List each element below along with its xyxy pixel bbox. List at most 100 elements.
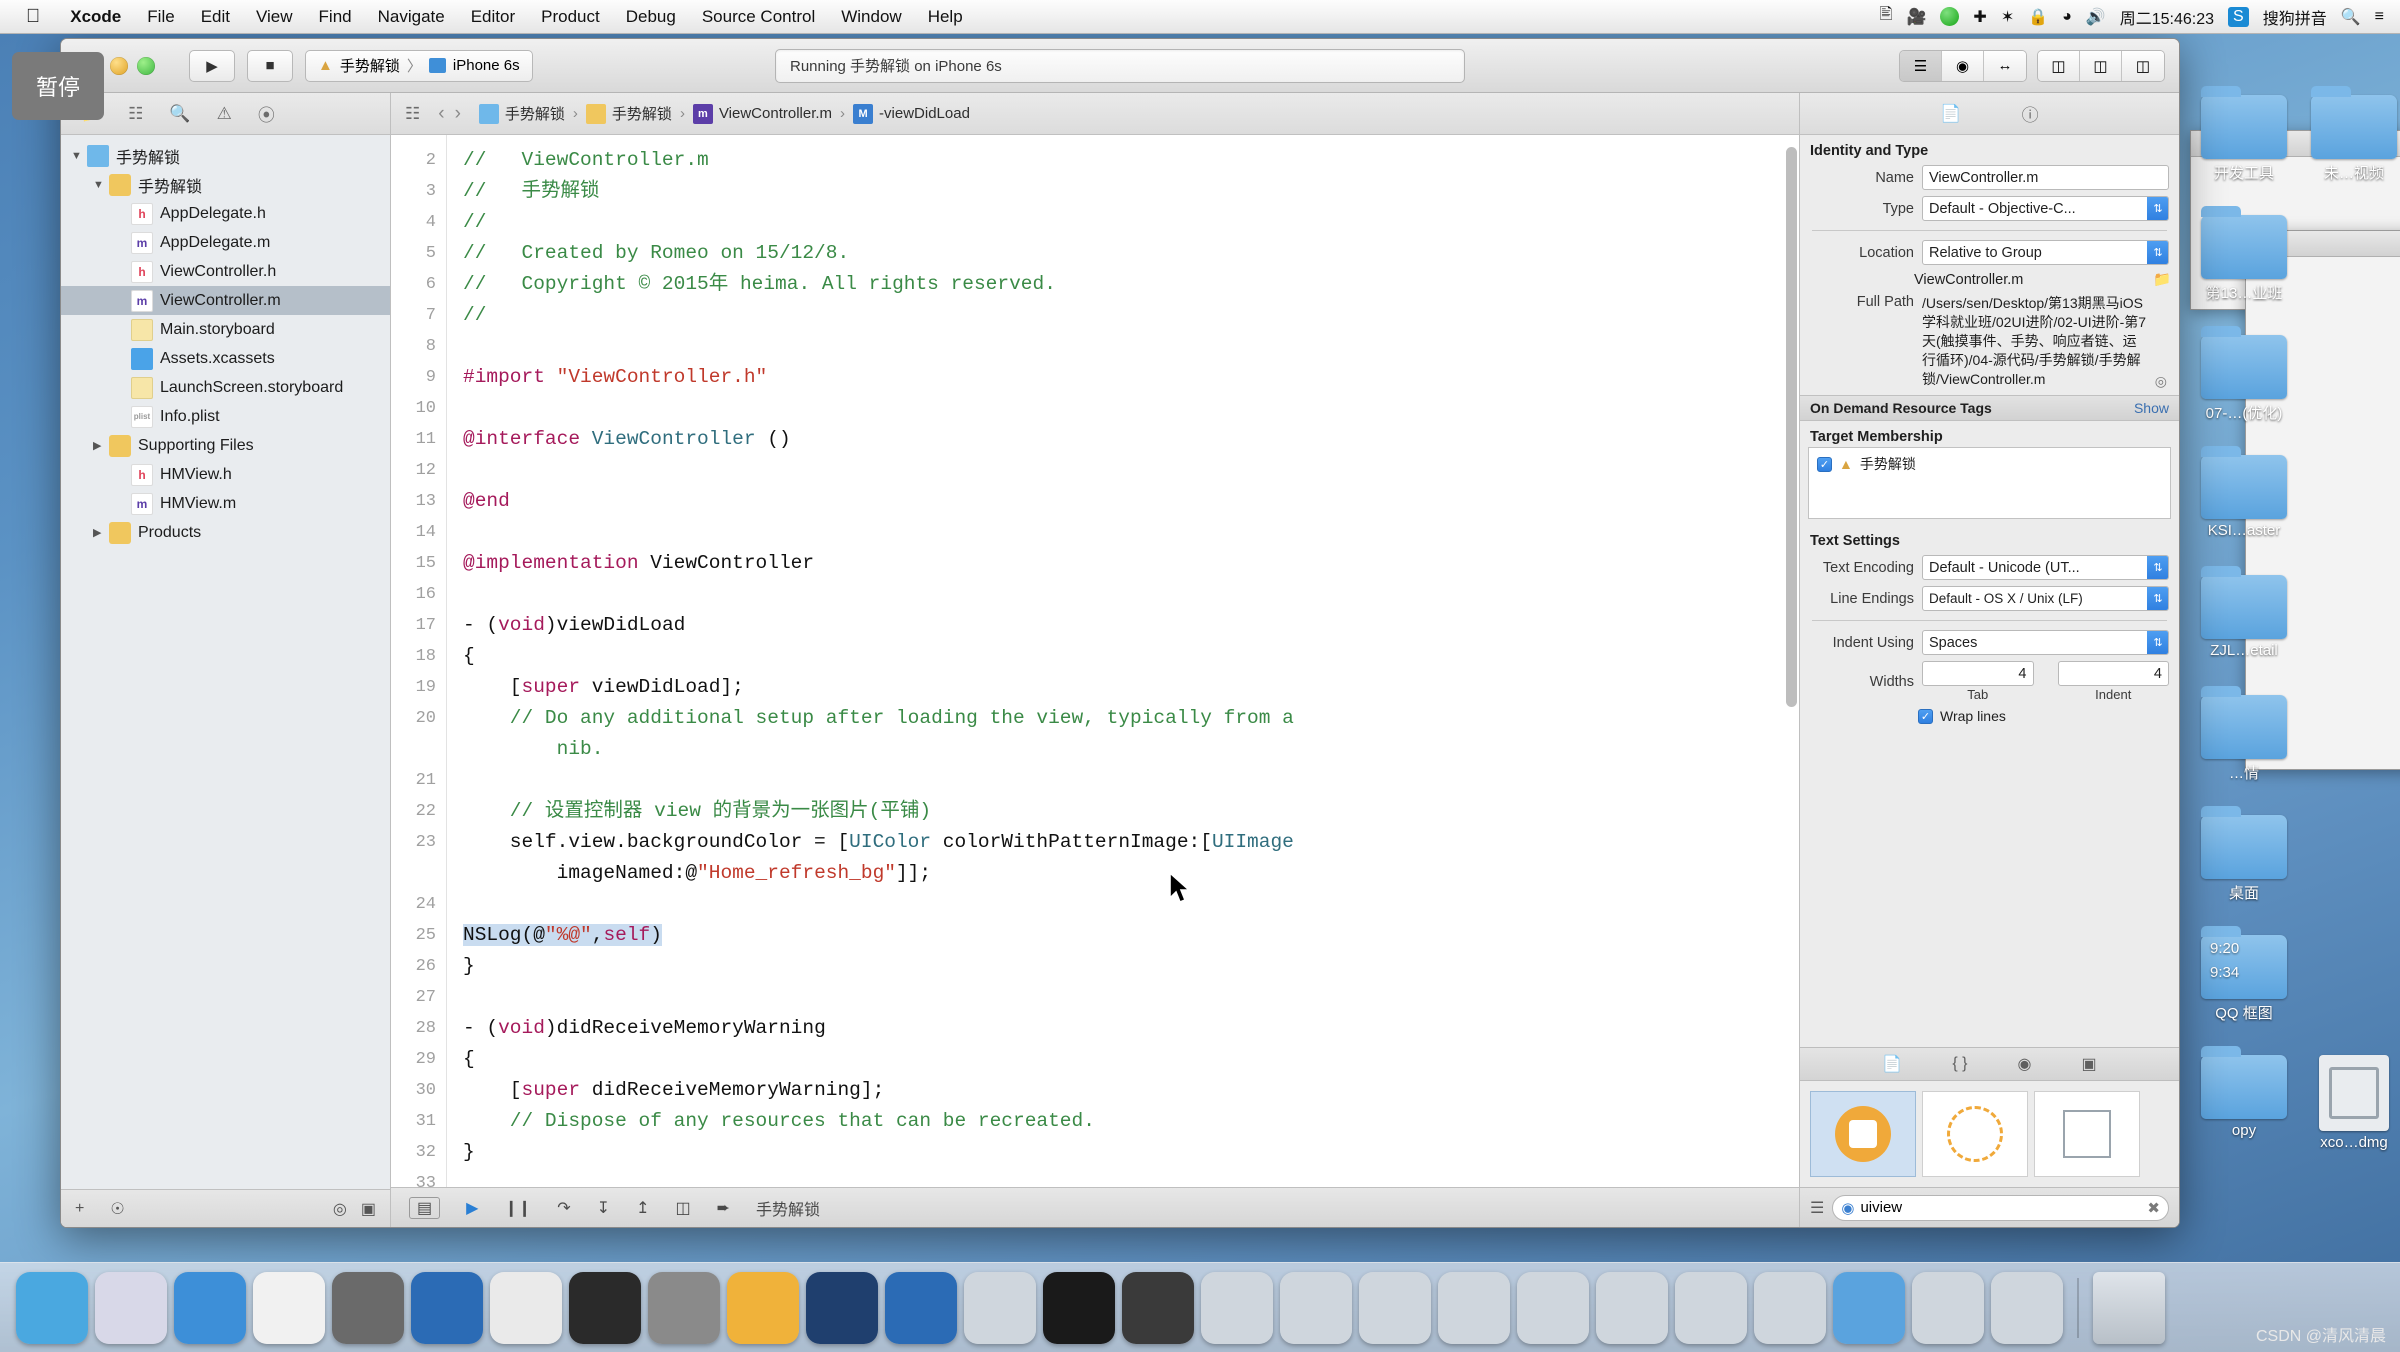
code-line[interactable]: // Do any additional setup after loading…	[463, 703, 1799, 734]
add-icon[interactable]: +	[75, 1200, 84, 1218]
code-line[interactable]: }	[463, 951, 1799, 982]
code-snippet-library-icon[interactable]: { }	[1952, 1055, 1967, 1073]
screen-8-icon[interactable]	[1754, 1271, 1826, 1344]
zoom-button[interactable]	[137, 56, 155, 75]
find-navigator-icon[interactable]: 🔍	[169, 104, 190, 124]
airplane-icon[interactable]: ✚	[1973, 7, 1986, 27]
indent-using-popup[interactable]: Spaces ⇅	[1922, 630, 2169, 655]
file-tree-row[interactable]: ▼plistInfo.plist	[61, 402, 390, 431]
menu-item-navigate[interactable]: Navigate	[365, 7, 458, 27]
file-tree-row[interactable]: ▶ Supporting Files	[61, 431, 390, 460]
code-line[interactable]: #import "ViewController.h"	[463, 362, 1799, 393]
input-method-label[interactable]: 搜狗拼音	[2263, 5, 2327, 29]
screen-9-icon[interactable]	[1912, 1271, 1984, 1344]
iterm-icon[interactable]	[1043, 1271, 1115, 1344]
menubar-clock[interactable]: 周二15:46:23	[2120, 5, 2214, 29]
code-line[interactable]	[463, 517, 1799, 548]
location-popup[interactable]: Relative to Group ⇅	[1922, 240, 2169, 265]
version-editor-icon[interactable]: ↔	[1984, 50, 2026, 81]
ondemand-show-link[interactable]: Show	[2134, 400, 2169, 416]
code-line[interactable]: - (void)viewDidLoad	[463, 610, 1799, 641]
code-line[interactable]: // Created by Romeo on 15/12/8.	[463, 238, 1799, 269]
screen-record-icon[interactable]: 🎥	[1907, 7, 1927, 27]
name-field[interactable]: ViewController.m	[1922, 165, 2169, 190]
file-tree-row[interactable]: ▼ 手势解锁	[61, 141, 390, 170]
reveal-in-finder-icon[interactable]: ◎	[2155, 373, 2167, 390]
code-text[interactable]: // ViewController.m // 手势解锁 // // Created b…	[447, 135, 1799, 1187]
imovie-icon[interactable]	[332, 1271, 404, 1344]
apple-menu-icon[interactable]: 	[0, 6, 57, 28]
chevron-updown-icon[interactable]: ⇅	[2147, 241, 2168, 264]
step-into-icon[interactable]: ↧	[597, 1198, 610, 1218]
indent-width-stepper[interactable]: 4 ⇅	[2057, 661, 2169, 686]
file-inspector-icon[interactable]: 📄	[1940, 104, 1961, 124]
safari-icon[interactable]	[174, 1271, 246, 1344]
breadcrumb-item[interactable]: M -viewDidLoad	[853, 103, 970, 124]
screen-1-icon[interactable]	[1201, 1271, 1273, 1344]
photoshop-icon[interactable]	[806, 1271, 878, 1344]
desktop-icon[interactable]: …情	[2190, 686, 2298, 783]
file-template-library-icon[interactable]: 📄	[1882, 1054, 1902, 1074]
code-line[interactable]	[463, 579, 1799, 610]
code-line[interactable]	[463, 889, 1799, 920]
object-library-icon[interactable]: ◉	[2017, 1054, 2031, 1074]
menu-item-xcode[interactable]: Xcode	[57, 7, 134, 27]
library-items-grid[interactable]	[1800, 1081, 2179, 1187]
type-popup[interactable]: Default - Objective-C... ⇅	[1922, 196, 2169, 221]
desktop-icon[interactable]: 未…视频	[2300, 86, 2400, 183]
console-toggle-icon[interactable]: ▤	[409, 1196, 441, 1219]
contacts-icon[interactable]	[253, 1271, 325, 1344]
breadcrumb-item[interactable]: m ViewController.m	[692, 103, 832, 124]
input-method-badge[interactable]: S	[2228, 6, 2249, 27]
menu-item-editor[interactable]: Editor	[458, 7, 528, 27]
play-circle-icon[interactable]	[1940, 7, 1960, 26]
stop-button[interactable]: ■	[247, 49, 293, 82]
desktop-icon[interactable]: xco…dmg	[2300, 1055, 2400, 1151]
source-control-icon[interactable]: ▣	[361, 1199, 376, 1219]
utilities-toggle-icon[interactable]: ◫	[2122, 50, 2164, 81]
navigator-toggle-icon[interactable]: ◫	[2038, 50, 2080, 81]
bluetooth-icon[interactable]: ✶	[2001, 7, 2014, 27]
code-line[interactable]: // 手势解锁	[463, 176, 1799, 207]
code-line[interactable]: nib.	[463, 734, 1799, 765]
code-line[interactable]: @end	[463, 486, 1799, 517]
debug-toggle-icon[interactable]: ◫	[2080, 50, 2122, 81]
back-button[interactable]: ‹	[438, 103, 444, 125]
file-tree-row[interactable]: ▼hHMView.h	[61, 460, 390, 489]
tab-width-stepper[interactable]: 4 ⇅	[1922, 661, 2034, 686]
system-preferences-icon[interactable]	[648, 1271, 720, 1344]
run-button[interactable]: ▶	[189, 49, 235, 82]
file-tree-row[interactable]: ▶ Products	[61, 518, 390, 547]
file-tree-row[interactable]: ▼mAppDelegate.m	[61, 228, 390, 257]
scheme-selector[interactable]: ▲ 手势解锁 〉 iPhone 6s	[305, 49, 533, 82]
code-line[interactable]: // 设置控制器 view 的背景为一张图片(平铺)	[463, 796, 1799, 827]
code-line[interactable]	[463, 765, 1799, 796]
desktop-icon[interactable]: 桌面	[2190, 806, 2298, 903]
notification-list-icon[interactable]: ≡	[2375, 8, 2384, 26]
assistant-editor-icon[interactable]: ◉	[1942, 50, 1984, 81]
screen-share-icon[interactable]: 🖹	[1880, 3, 1893, 30]
code-line[interactable]: {	[463, 641, 1799, 672]
code-area[interactable]: 2 3 4 5 6 7 8 9 10 11 12 13 14 15 16 17 18 19 20 21 22 23 24 25…	[391, 135, 1799, 1187]
recent-icon[interactable]: ◎	[333, 1199, 347, 1219]
folder-icon[interactable]: 📁	[2153, 271, 2171, 290]
code-line[interactable]: NSLog(@"%@",self)	[463, 920, 1799, 951]
preview-icon[interactable]	[490, 1271, 562, 1344]
terminal-icon[interactable]	[569, 1271, 641, 1344]
screen-2-icon[interactable]	[1280, 1271, 1352, 1344]
wrap-lines-row[interactable]: ✓ Wrap lines	[1800, 708, 2179, 724]
minimize-button[interactable]	[110, 56, 128, 75]
code-line[interactable]: //	[463, 300, 1799, 331]
code-line[interactable]: // ViewController.m	[463, 145, 1799, 176]
code-line[interactable]: }	[463, 1137, 1799, 1168]
desktop-icon[interactable]: KSI…aster	[2190, 446, 2298, 539]
menu-item-view[interactable]: View	[243, 7, 306, 27]
file-tree-row[interactable]: ▼ 手势解锁	[61, 170, 390, 199]
simulator-icon[interactable]	[964, 1271, 1036, 1344]
code-line[interactable]	[463, 982, 1799, 1013]
disclosure-expanded-icon[interactable]: ▼	[71, 150, 87, 162]
file-tree-row[interactable]: ▼hAppDelegate.h	[61, 199, 390, 228]
breadcrumb-item[interactable]: 手势解锁	[585, 103, 672, 124]
location-icon[interactable]: ➨	[717, 1198, 730, 1218]
quicktime-icon[interactable]	[1122, 1271, 1194, 1344]
